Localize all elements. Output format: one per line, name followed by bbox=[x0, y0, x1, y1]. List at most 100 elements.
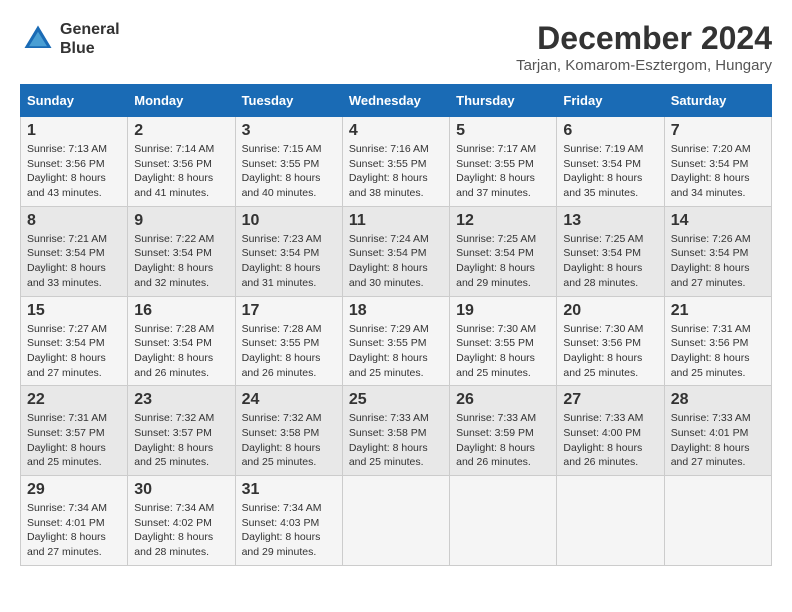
day-info: Sunrise: 7:28 AMSunset: 3:55 PMDaylight:… bbox=[242, 323, 322, 379]
day-info: Sunrise: 7:30 AMSunset: 3:56 PMDaylight:… bbox=[563, 323, 643, 379]
day-number: 10 bbox=[242, 212, 336, 230]
header-row: SundayMondayTuesdayWednesdayThursdayFrid… bbox=[21, 85, 772, 117]
subtitle: Tarjan, Komarom-Esztergom, Hungary bbox=[516, 57, 772, 74]
day-info: Sunrise: 7:31 AMSunset: 3:56 PMDaylight:… bbox=[671, 323, 751, 379]
header-sunday: Sunday bbox=[21, 85, 128, 117]
day-info: Sunrise: 7:15 AMSunset: 3:55 PMDaylight:… bbox=[242, 143, 322, 199]
day-info: Sunrise: 7:29 AMSunset: 3:55 PMDaylight:… bbox=[349, 323, 429, 379]
day-number: 22 bbox=[27, 391, 121, 409]
day-cell bbox=[450, 476, 557, 566]
week-row-4: 22 Sunrise: 7:31 AMSunset: 3:57 PMDayligh… bbox=[21, 386, 772, 476]
day-cell: 6Sunrise: 7:19 AMSunset: 3:54 PMDaylight… bbox=[557, 117, 664, 207]
day-number: 9 bbox=[134, 212, 228, 230]
day-number: 2 bbox=[134, 122, 228, 140]
day-cell: 4Sunrise: 7:16 AMSunset: 3:55 PMDaylight… bbox=[342, 117, 449, 207]
day-info: Sunrise: 7:21 AMSunset: 3:54 PMDaylight:… bbox=[27, 233, 107, 289]
logo-line1: General bbox=[60, 20, 120, 39]
day-cell: 11Sunrise: 7:24 AMSunset: 3:54 PMDayligh… bbox=[342, 206, 449, 296]
day-info: Sunrise: 7:20 AMSunset: 3:54 PMDaylight:… bbox=[671, 143, 751, 199]
header-monday: Monday bbox=[128, 85, 235, 117]
day-info: Sunrise: 7:23 AMSunset: 3:54 PMDaylight:… bbox=[242, 233, 322, 289]
logo: General Blue bbox=[20, 20, 120, 58]
header-saturday: Saturday bbox=[664, 85, 771, 117]
day-number: 21 bbox=[671, 302, 765, 320]
day-info: Sunrise: 7:33 AMSunset: 3:58 PMDaylight:… bbox=[349, 412, 429, 468]
day-number: 23 bbox=[134, 391, 228, 409]
header: General Blue December 2024 Tarjan, Komar… bbox=[20, 20, 772, 74]
day-info: Sunrise: 7:34 AMSunset: 4:03 PMDaylight:… bbox=[242, 502, 322, 558]
day-number: 18 bbox=[349, 302, 443, 320]
day-cell: 21 Sunrise: 7:31 AMSunset: 3:56 PMDayligh… bbox=[664, 296, 771, 386]
day-info: Sunrise: 7:33 AMSunset: 4:01 PMDaylight:… bbox=[671, 412, 751, 468]
day-number: 8 bbox=[27, 212, 121, 230]
day-number: 30 bbox=[134, 481, 228, 499]
day-cell: 19 Sunrise: 7:30 AMSunset: 3:55 PMDayligh… bbox=[450, 296, 557, 386]
day-info: Sunrise: 7:22 AMSunset: 3:54 PMDaylight:… bbox=[134, 233, 214, 289]
day-cell: 24 Sunrise: 7:32 AMSunset: 3:58 PMDayligh… bbox=[235, 386, 342, 476]
day-info: Sunrise: 7:25 AMSunset: 3:54 PMDaylight:… bbox=[456, 233, 536, 289]
day-cell: 26 Sunrise: 7:33 AMSunset: 3:59 PMDayligh… bbox=[450, 386, 557, 476]
day-number: 24 bbox=[242, 391, 336, 409]
day-cell: 7 Sunrise: 7:20 AMSunset: 3:54 PMDaylight… bbox=[664, 117, 771, 207]
calendar-body: 1Sunrise: 7:13 AMSunset: 3:56 PMDaylight… bbox=[21, 117, 772, 566]
week-row-1: 1Sunrise: 7:13 AMSunset: 3:56 PMDaylight… bbox=[21, 117, 772, 207]
calendar-header: SundayMondayTuesdayWednesdayThursdayFrid… bbox=[21, 85, 772, 117]
week-row-2: 8 Sunrise: 7:21 AMSunset: 3:54 PMDaylight… bbox=[21, 206, 772, 296]
day-info: Sunrise: 7:34 AMSunset: 4:01 PMDaylight:… bbox=[27, 502, 107, 558]
day-cell: 3 Sunrise: 7:15 AMSunset: 3:55 PMDaylight… bbox=[235, 117, 342, 207]
day-info: Sunrise: 7:33 AMSunset: 4:00 PMDaylight:… bbox=[563, 412, 643, 468]
title-area: December 2024 Tarjan, Komarom-Esztergom,… bbox=[516, 20, 772, 74]
day-cell: 18 Sunrise: 7:29 AMSunset: 3:55 PMDayligh… bbox=[342, 296, 449, 386]
day-info: Sunrise: 7:31 AMSunset: 3:57 PMDaylight:… bbox=[27, 412, 107, 468]
day-cell: 27 Sunrise: 7:33 AMSunset: 4:00 PMDayligh… bbox=[557, 386, 664, 476]
day-cell: 15 Sunrise: 7:27 AMSunset: 3:54 PMDayligh… bbox=[21, 296, 128, 386]
day-cell: 20 Sunrise: 7:30 AMSunset: 3:56 PMDayligh… bbox=[557, 296, 664, 386]
header-friday: Friday bbox=[557, 85, 664, 117]
day-number: 14 bbox=[671, 212, 765, 230]
day-number: 16 bbox=[134, 302, 228, 320]
day-number: 5 bbox=[456, 122, 550, 140]
day-number: 20 bbox=[563, 302, 657, 320]
day-number: 6 bbox=[563, 122, 657, 140]
calendar-table: SundayMondayTuesdayWednesdayThursdayFrid… bbox=[20, 84, 772, 566]
day-cell: 1Sunrise: 7:13 AMSunset: 3:56 PMDaylight… bbox=[21, 117, 128, 207]
day-number: 31 bbox=[242, 481, 336, 499]
day-info: Sunrise: 7:33 AMSunset: 3:59 PMDaylight:… bbox=[456, 412, 536, 468]
day-cell: 13Sunrise: 7:25 AMSunset: 3:54 PMDayligh… bbox=[557, 206, 664, 296]
day-info: Sunrise: 7:17 AMSunset: 3:55 PMDaylight:… bbox=[456, 143, 536, 199]
week-row-5: 29 Sunrise: 7:34 AMSunset: 4:01 PMDayligh… bbox=[21, 476, 772, 566]
day-info: Sunrise: 7:30 AMSunset: 3:55 PMDaylight:… bbox=[456, 323, 536, 379]
day-number: 12 bbox=[456, 212, 550, 230]
day-info: Sunrise: 7:14 AMSunset: 3:56 PMDaylight:… bbox=[134, 143, 214, 199]
main-title: December 2024 bbox=[516, 20, 772, 57]
day-number: 29 bbox=[27, 481, 121, 499]
header-thursday: Thursday bbox=[450, 85, 557, 117]
day-cell: 2 Sunrise: 7:14 AMSunset: 3:56 PMDaylight… bbox=[128, 117, 235, 207]
day-cell: 9 Sunrise: 7:22 AMSunset: 3:54 PMDaylight… bbox=[128, 206, 235, 296]
day-info: Sunrise: 7:24 AMSunset: 3:54 PMDaylight:… bbox=[349, 233, 429, 289]
logo-line2: Blue bbox=[60, 39, 120, 58]
day-number: 27 bbox=[563, 391, 657, 409]
day-number: 26 bbox=[456, 391, 550, 409]
day-info: Sunrise: 7:28 AMSunset: 3:54 PMDaylight:… bbox=[134, 323, 214, 379]
day-number: 28 bbox=[671, 391, 765, 409]
logo-icon bbox=[20, 21, 56, 57]
day-number: 4 bbox=[349, 122, 443, 140]
day-info: Sunrise: 7:25 AMSunset: 3:54 PMDaylight:… bbox=[563, 233, 643, 289]
day-info: Sunrise: 7:13 AMSunset: 3:56 PMDaylight:… bbox=[27, 143, 107, 199]
day-cell: 25Sunrise: 7:33 AMSunset: 3:58 PMDayligh… bbox=[342, 386, 449, 476]
day-info: Sunrise: 7:26 AMSunset: 3:54 PMDaylight:… bbox=[671, 233, 751, 289]
day-cell: 10 Sunrise: 7:23 AMSunset: 3:54 PMDayligh… bbox=[235, 206, 342, 296]
day-cell: 5 Sunrise: 7:17 AMSunset: 3:55 PMDaylight… bbox=[450, 117, 557, 207]
day-number: 19 bbox=[456, 302, 550, 320]
day-cell: 16 Sunrise: 7:28 AMSunset: 3:54 PMDayligh… bbox=[128, 296, 235, 386]
day-number: 17 bbox=[242, 302, 336, 320]
day-cell: 31 Sunrise: 7:34 AMSunset: 4:03 PMDayligh… bbox=[235, 476, 342, 566]
day-cell: 22 Sunrise: 7:31 AMSunset: 3:57 PMDayligh… bbox=[21, 386, 128, 476]
day-number: 7 bbox=[671, 122, 765, 140]
day-info: Sunrise: 7:27 AMSunset: 3:54 PMDaylight:… bbox=[27, 323, 107, 379]
day-number: 3 bbox=[242, 122, 336, 140]
day-info: Sunrise: 7:32 AMSunset: 3:58 PMDaylight:… bbox=[242, 412, 322, 468]
day-cell: 28 Sunrise: 7:33 AMSunset: 4:01 PMDayligh… bbox=[664, 386, 771, 476]
day-number: 15 bbox=[27, 302, 121, 320]
